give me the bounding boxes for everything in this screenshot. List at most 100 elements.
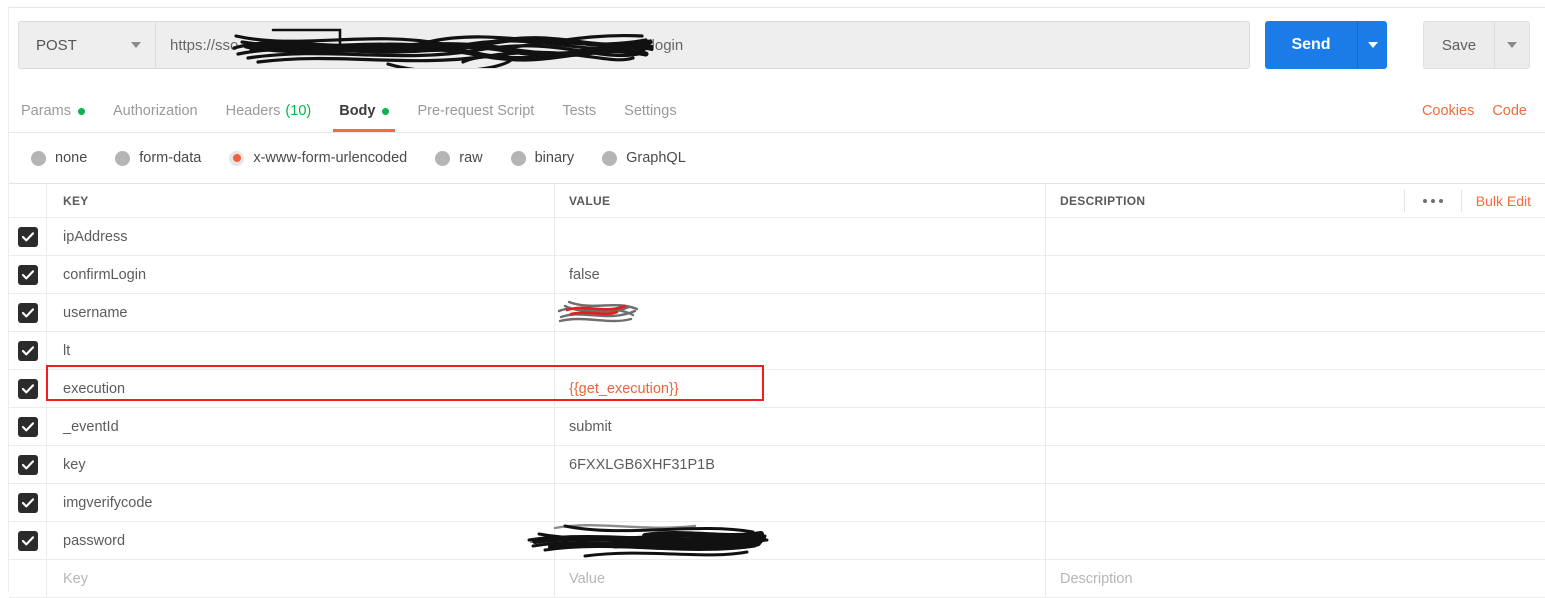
row-value-cell[interactable] [555,294,1046,331]
row-value-cell[interactable]: {{get_execution}} [555,370,1046,407]
tab-headers[interactable]: Headers (10) [212,90,326,132]
username-redaction-scribble [557,300,639,323]
row-checkbox[interactable] [17,492,38,513]
table-row: _eventId submit [9,408,1545,446]
send-button[interactable]: Send [1265,21,1357,69]
row-key-text: key [63,456,86,473]
row-description-cell[interactable] [1046,294,1545,331]
check-icon [21,269,34,279]
check-icon [21,345,34,355]
row-checkbox-cell [9,484,47,521]
row-value-cell[interactable]: false [555,256,1046,293]
row-key-cell[interactable]: _eventId [47,408,555,445]
save-button[interactable]: Save [1423,21,1494,69]
row-description-cell[interactable] [1046,446,1545,483]
status-dot-icon [382,107,390,115]
request-tabs: Params Authorization Headers (10) Body P… [9,90,1545,133]
table-row: ipAddress [9,218,1545,256]
body-type-none[interactable]: none [31,150,87,166]
body-type-form-data-label: form-data [139,150,202,166]
row-checkbox-cell [9,408,47,445]
row-key-cell[interactable]: password [47,522,555,559]
row-value-cell[interactable] [555,484,1046,521]
radio-icon [31,150,46,166]
row-key-cell[interactable]: imgverifycode [47,484,555,521]
ellipsis-dot [1438,198,1443,203]
url-suffix-text: /login [647,36,684,54]
check-icon [21,307,34,317]
row-value-cell[interactable] [527,522,1046,559]
tab-pre-request-script[interactable]: Pre-request Script [403,90,548,132]
body-type-graphql[interactable]: GraphQL [602,150,686,166]
send-button-label: Send [1291,36,1331,53]
row-checkbox[interactable] [17,340,38,361]
row-key-cell[interactable]: ipAddress [47,218,555,255]
row-description-cell[interactable] [1046,332,1545,369]
body-type-raw[interactable]: raw [435,150,483,166]
tab-params-label: Params [21,103,71,119]
new-row-description-cell[interactable]: Description [1046,560,1545,597]
row-description-cell[interactable] [1046,256,1545,293]
row-value-cell[interactable] [555,332,1046,369]
bulk-edit-link[interactable]: Bulk Edit [1462,193,1545,209]
row-checkbox[interactable] [17,454,38,475]
row-description-cell[interactable] [1046,408,1545,445]
row-key-cell[interactable]: execution [47,370,555,407]
row-key-cell[interactable]: username [47,294,555,331]
row-value-text: submit [569,418,612,435]
row-key-text: _eventId [63,418,119,435]
body-type-x-www-form-urlencoded[interactable]: x-www-form-urlencoded [229,150,407,166]
row-checkbox[interactable] [17,226,38,247]
row-checkbox[interactable] [17,530,38,551]
new-row-description-placeholder: Description [1060,570,1133,587]
row-key-cell[interactable]: key [47,446,555,483]
check-icon [21,231,34,241]
body-type-none-label: none [55,150,88,166]
check-icon [21,459,34,469]
row-value-cell[interactable] [555,218,1046,255]
header-key-label: KEY [63,193,89,208]
password-redaction-scribble [527,523,769,558]
save-options-button[interactable] [1494,21,1530,69]
url-input[interactable]: https://sso /login [155,21,1250,69]
check-icon [21,383,34,393]
tab-settings[interactable]: Settings [610,90,690,132]
code-link[interactable]: Code [1492,103,1527,119]
row-description-cell[interactable] [1046,484,1545,521]
tab-params[interactable]: Params [9,90,99,132]
tab-authorization[interactable]: Authorization [99,90,212,132]
tab-tests-label: Tests [562,103,597,119]
cookies-link[interactable]: Cookies [1422,103,1474,119]
row-checkbox[interactable] [17,378,38,399]
check-icon [21,535,34,545]
header-key-cell: KEY [47,184,555,217]
http-method-select[interactable]: POST [18,21,155,69]
row-value-cell[interactable]: 6FXXLGB6XHF31P1B [555,446,1046,483]
send-options-button[interactable] [1357,21,1387,69]
row-description-cell[interactable] [1046,370,1545,407]
ellipsis-icon[interactable] [1403,189,1462,212]
table-row: confirmLogin false [9,256,1545,294]
row-value-cell[interactable]: submit [555,408,1046,445]
body-type-binary[interactable]: binary [510,150,574,166]
row-description-cell[interactable] [1046,522,1545,559]
tab-body[interactable]: Body [325,90,403,132]
header-value-cell: VALUE [555,184,1046,217]
row-checkbox-cell [9,370,47,407]
table-row: imgverifycode [9,484,1545,522]
body-type-x-www-form-urlencoded-label: x-www-form-urlencoded [253,150,408,166]
tabs-right-actions: Cookies Code [1422,103,1545,119]
header-description-label: DESCRIPTION [1060,193,1146,208]
new-row-value-placeholder: Value [569,570,606,587]
row-checkbox[interactable] [17,302,38,323]
row-checkbox[interactable] [17,416,38,437]
body-type-form-data[interactable]: form-data [115,150,201,166]
row-key-cell[interactable]: lt [47,332,555,369]
row-checkbox[interactable] [17,264,38,285]
row-description-cell[interactable] [1046,218,1545,255]
tab-tests[interactable]: Tests [548,90,610,132]
new-row-key-cell[interactable]: Key [47,560,555,597]
new-row-value-cell[interactable]: Value [555,560,1046,597]
row-key-text: username [63,304,128,321]
row-key-cell[interactable]: confirmLogin [47,256,555,293]
